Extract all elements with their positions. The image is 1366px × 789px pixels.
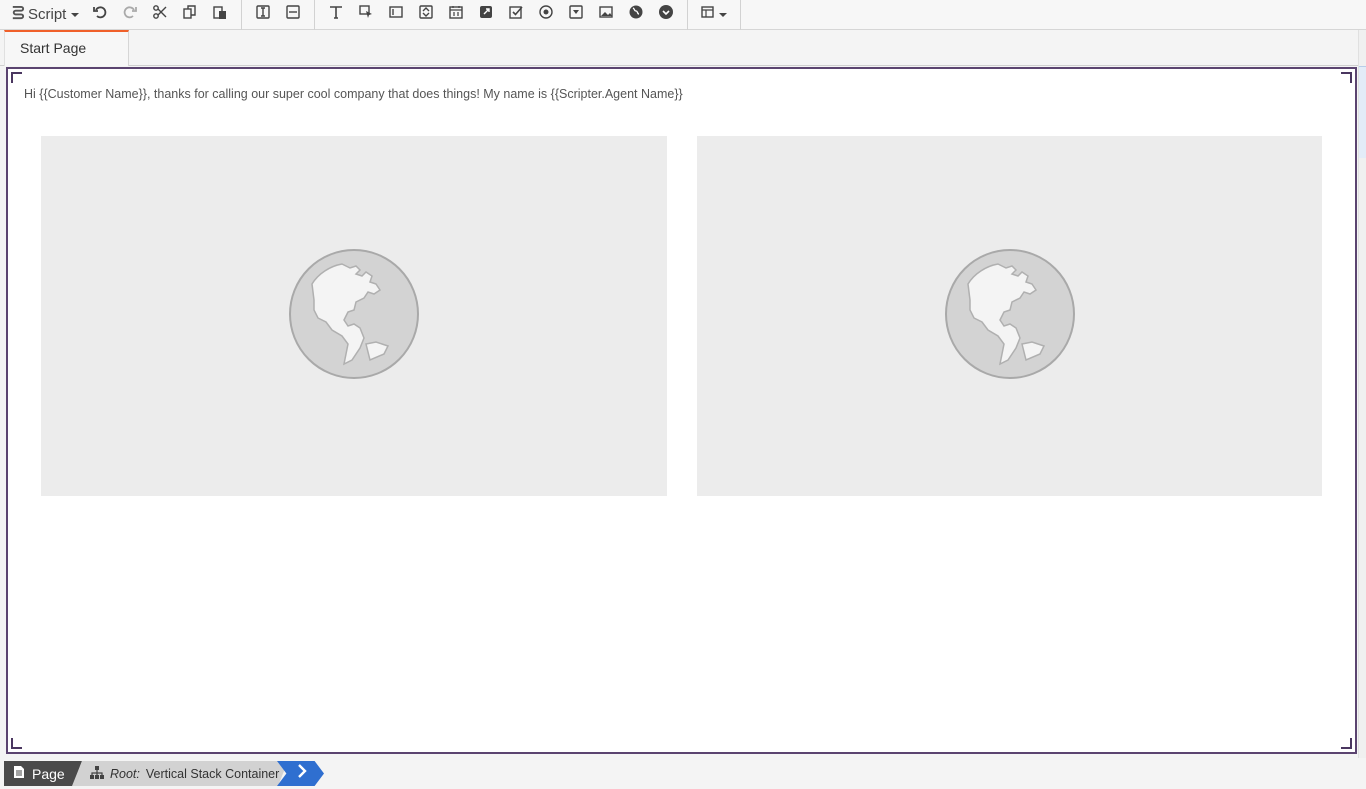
link-widget-button[interactable] xyxy=(471,2,501,28)
breadcrumb-page-label: Page xyxy=(32,765,65,782)
dropdown-widget-button[interactable] xyxy=(561,2,591,28)
text-icon xyxy=(328,4,344,25)
greeting-text-widget[interactable]: Hi {{Customer Name}}, thanks for calling… xyxy=(24,87,683,101)
globe-icon xyxy=(944,248,1076,385)
horizontal-stack-button[interactable] xyxy=(278,2,308,28)
paste-icon xyxy=(212,4,228,25)
chevron-down-icon xyxy=(719,12,728,17)
script-icon xyxy=(10,5,25,24)
web-page-placeholder-right[interactable] xyxy=(697,136,1322,496)
redo-button[interactable] xyxy=(115,2,145,28)
toolbar: Script xyxy=(0,0,1366,30)
link-icon xyxy=(478,4,494,25)
toolbar-group-layout xyxy=(242,0,316,30)
selection-corner-bottom-left xyxy=(11,738,22,749)
radio-widget-button[interactable] xyxy=(531,2,561,28)
image-widget-button[interactable] xyxy=(591,2,621,28)
date-picker-icon xyxy=(448,4,464,25)
number-input-icon xyxy=(418,4,434,25)
toolbar-group-more xyxy=(688,0,742,30)
redo-icon xyxy=(122,4,138,25)
number-input-widget-button[interactable] xyxy=(411,2,441,28)
paste-button[interactable] xyxy=(205,2,235,28)
vertical-stack-button[interactable] xyxy=(248,2,278,28)
script-menu-button[interactable]: Script xyxy=(6,2,85,28)
cut-icon xyxy=(152,4,168,25)
chevron-right-icon xyxy=(293,764,309,783)
date-picker-widget-button[interactable] xyxy=(441,2,471,28)
radio-icon xyxy=(538,4,554,25)
selection-corner-bottom-right xyxy=(1341,738,1352,749)
layout-menu-icon xyxy=(701,4,717,25)
undo-icon xyxy=(92,4,108,25)
web-page-placeholder-left[interactable] xyxy=(41,136,667,496)
selection-corner-top-left xyxy=(11,72,22,83)
web-page-widget-button[interactable] xyxy=(621,2,651,28)
breadcrumb-page[interactable]: Page xyxy=(4,761,82,786)
checkbox-widget-button[interactable] xyxy=(501,2,531,28)
toggle-widget-button[interactable] xyxy=(651,2,681,28)
undo-button[interactable] xyxy=(85,2,115,28)
page-icon xyxy=(13,765,25,782)
breadcrumb-root-label: Vertical Stack Container xyxy=(145,766,280,781)
toolbar-group-script: Script xyxy=(0,0,243,30)
checkbox-icon xyxy=(508,4,524,25)
design-canvas-root-container[interactable]: Hi {{Customer Name}}, thanks for calling… xyxy=(6,67,1357,754)
side-panel-active-indicator xyxy=(1359,66,1366,158)
image-icon xyxy=(598,4,614,25)
breadcrumb-root[interactable]: Root: Vertical Stack Container xyxy=(72,761,288,786)
web-page-icon xyxy=(628,4,644,25)
textbox-widget-button[interactable] xyxy=(381,2,411,28)
breadcrumb-root-prefix: Root: xyxy=(110,766,140,781)
vertical-stack-icon xyxy=(255,4,271,25)
breadcrumb-bar: Page Root: Vertical Stack Container xyxy=(0,758,1366,789)
button-icon xyxy=(358,4,374,25)
page-tab-bar: Start Page xyxy=(0,30,1366,66)
copy-button[interactable] xyxy=(175,2,205,28)
layout-menu-button[interactable] xyxy=(694,2,734,28)
horizontal-stack-icon xyxy=(285,4,301,25)
text-widget-button[interactable] xyxy=(321,2,351,28)
chevron-down-icon xyxy=(71,12,80,17)
toolbar-group-widgets xyxy=(315,0,689,30)
toggle-icon xyxy=(658,4,674,25)
copy-icon xyxy=(182,4,198,25)
button-widget-button[interactable] xyxy=(351,2,381,28)
selection-corner-top-right xyxy=(1341,72,1352,83)
right-side-panel-strip[interactable] xyxy=(1358,30,1366,759)
breadcrumb-next-button[interactable] xyxy=(277,761,324,786)
dropdown-icon xyxy=(568,4,584,25)
cut-button[interactable] xyxy=(145,2,175,28)
script-menu-label: Script xyxy=(28,6,67,23)
globe-icon xyxy=(288,248,420,385)
tab-start-page[interactable]: Start Page xyxy=(4,30,129,66)
hierarchy-icon xyxy=(90,766,104,782)
textbox-icon xyxy=(388,4,404,25)
